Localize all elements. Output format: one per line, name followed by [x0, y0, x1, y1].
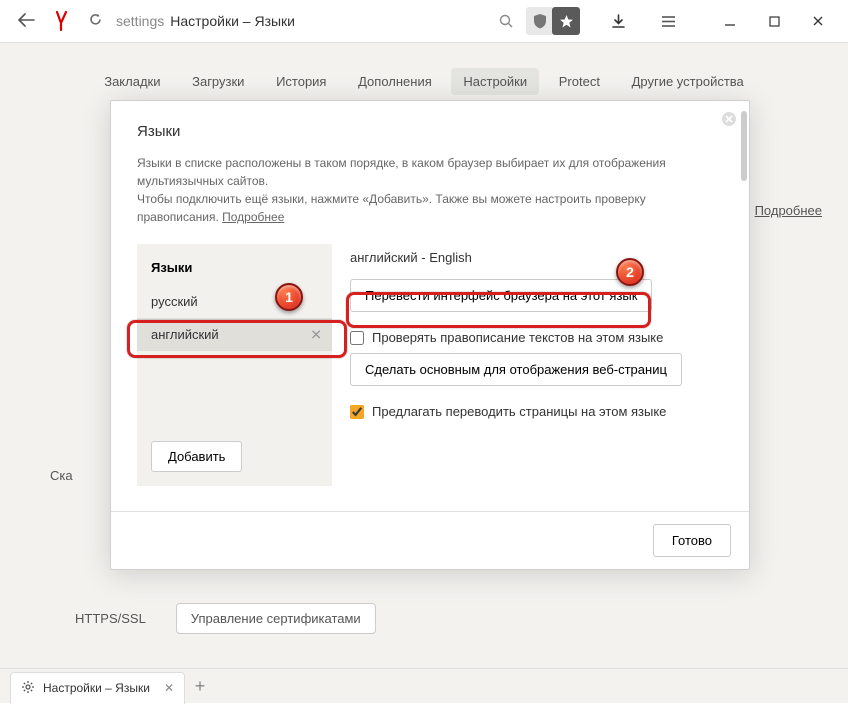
- address-bar[interactable]: settings Настройки – Языки: [110, 13, 486, 29]
- nav-tab-settings[interactable]: Настройки: [451, 68, 539, 95]
- nav-tab-bookmarks[interactable]: Закладки: [92, 68, 172, 95]
- yandex-logo-icon[interactable]: [44, 10, 80, 32]
- modal-description: Языки в списке расположены в таком поряд…: [137, 154, 723, 226]
- bookmark-star-icon[interactable]: [552, 7, 580, 35]
- nav-tab-downloads[interactable]: Загрузки: [180, 68, 256, 95]
- modal-scrollbar[interactable]: [741, 111, 747, 181]
- language-list-panel: Языки русский английский ✕ Добавить: [137, 244, 332, 486]
- bg-partial-left: Ска: [50, 468, 73, 483]
- https-ssl-label: HTTPS/SSL: [75, 611, 146, 626]
- close-tab-icon[interactable]: ✕: [164, 681, 174, 695]
- offer-translate-checkbox[interactable]: [350, 405, 364, 419]
- window-maximize-button[interactable]: [752, 7, 796, 35]
- annotation-badge-2: 2: [616, 258, 644, 286]
- remove-language-icon[interactable]: ✕: [310, 326, 322, 343]
- address-prefix: settings: [116, 13, 164, 29]
- language-detail-heading: английский - English: [350, 250, 723, 265]
- modal-more-link[interactable]: Подробнее: [222, 210, 284, 224]
- language-detail-panel: английский - English Перевести интерфейс…: [350, 244, 723, 486]
- protect-shield-icon[interactable]: [526, 7, 554, 35]
- done-button[interactable]: Готово: [653, 524, 731, 557]
- back-button[interactable]: [8, 11, 44, 32]
- translate-ui-button[interactable]: Перевести интерфейс браузера на этот язы…: [350, 279, 652, 312]
- window-minimize-button[interactable]: [708, 7, 752, 35]
- add-language-button[interactable]: Добавить: [151, 441, 242, 472]
- make-default-button[interactable]: Сделать основным для отображения веб-стр…: [350, 353, 682, 386]
- language-item-russian[interactable]: русский: [137, 285, 332, 318]
- nav-tab-devices[interactable]: Другие устройства: [620, 68, 756, 95]
- downloads-icon[interactable]: [598, 7, 638, 35]
- languages-modal: Языки Языки в списке расположены в таком…: [110, 100, 750, 570]
- settings-nav-tabs: Закладки Загрузки История Дополнения Нас…: [0, 43, 848, 105]
- search-icon[interactable]: [486, 7, 526, 35]
- nav-tab-addons[interactable]: Дополнения: [346, 68, 444, 95]
- nav-tab-history[interactable]: История: [264, 68, 338, 95]
- language-item-label: английский: [151, 327, 219, 342]
- address-title: Настройки – Языки: [170, 13, 295, 29]
- manage-certificates-button[interactable]: Управление сертификатами: [176, 603, 376, 634]
- browser-tabstrip: Настройки – Языки ✕ +: [0, 668, 848, 703]
- menu-icon[interactable]: [648, 7, 688, 35]
- spellcheck-checkbox[interactable]: [350, 331, 364, 345]
- bg-more-link[interactable]: Подробнее: [755, 203, 822, 218]
- spellcheck-label: Проверять правописание текстов на этом я…: [372, 330, 663, 345]
- browser-tab-title: Настройки – Языки: [43, 681, 150, 695]
- reload-button[interactable]: [80, 12, 110, 30]
- offer-translate-label: Предлагать переводить страницы на этом я…: [372, 404, 666, 419]
- gear-icon: [21, 680, 35, 697]
- language-item-english[interactable]: английский ✕: [137, 318, 332, 351]
- nav-tab-protect[interactable]: Protect: [547, 68, 612, 95]
- browser-tab-settings[interactable]: Настройки – Языки ✕: [10, 672, 185, 704]
- browser-titlebar: settings Настройки – Языки: [0, 0, 848, 43]
- annotation-badge-1: 1: [275, 283, 303, 311]
- modal-title: Языки: [137, 123, 723, 140]
- new-tab-button[interactable]: +: [185, 676, 215, 697]
- language-list-header: Языки: [137, 254, 332, 285]
- window-close-button[interactable]: [796, 7, 840, 35]
